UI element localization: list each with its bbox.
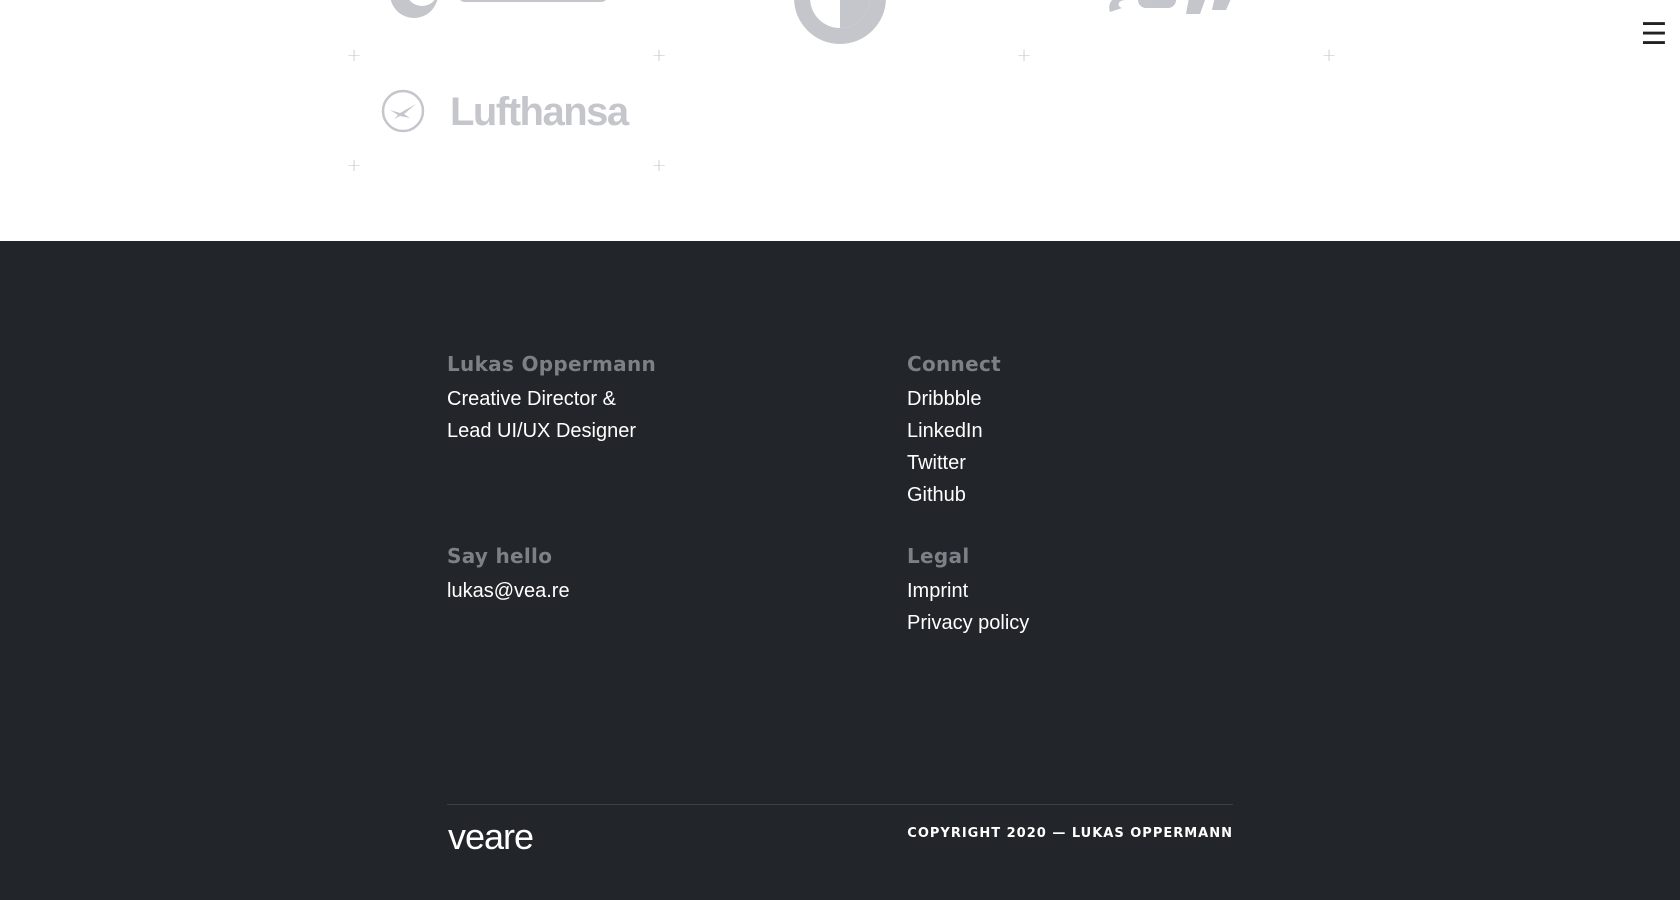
footer-connect-column: Connect Dribbble LinkedIn Twitter Github — [907, 351, 1001, 511]
partial-logo-3 — [1104, 0, 1254, 18]
privacy-policy-link[interactable]: Privacy policy — [907, 607, 1029, 639]
veare-logo[interactable]: veare — [448, 817, 534, 857]
footer-about-column: Lukas Oppermann Creative Director & Lead… — [447, 351, 656, 447]
imprint-link[interactable]: Imprint — [907, 575, 1029, 607]
footer-legal-column: Legal Imprint Privacy policy — [907, 543, 1029, 639]
footer-legal-heading: Legal — [907, 544, 970, 568]
site-footer: Lukas Oppermann Creative Director & Lead… — [0, 241, 1680, 900]
footer-about-line: Creative Director & — [447, 388, 616, 410]
plus-marker: + — [1016, 45, 1032, 66]
hamburger-icon[interactable]: ☰ — [1639, 20, 1669, 50]
plus-marker: + — [651, 155, 667, 176]
footer-about-heading: Lukas Oppermann — [447, 352, 657, 376]
partial-logo-2 — [794, 0, 886, 44]
copyright-text: COPYRIGHT 2020 — LUKAS OPPERMANN — [907, 826, 1233, 841]
footer-divider — [447, 804, 1233, 805]
twitter-link[interactable]: Twitter — [907, 447, 1001, 479]
client-logos-section: + + + + + + Lufthansa ☰ — [0, 0, 1680, 241]
github-link[interactable]: Github — [907, 479, 1001, 511]
footer-connect-heading: Connect — [907, 352, 1001, 376]
plus-marker: + — [651, 45, 667, 66]
lufthansa-logo-text: Lufthansa — [450, 90, 629, 134]
footer-about-line: Lead UI/UX Designer — [447, 420, 636, 442]
partial-logo-1 — [386, 0, 626, 22]
email-link[interactable]: lukas@vea.re — [447, 575, 570, 607]
plus-marker: + — [346, 45, 362, 66]
lufthansa-crane-icon — [380, 88, 426, 134]
dribbble-link[interactable]: Dribbble — [907, 383, 1001, 415]
linkedin-link[interactable]: LinkedIn — [907, 415, 1001, 447]
footer-say-hello-heading: Say hello — [447, 544, 553, 568]
plus-marker: + — [346, 155, 362, 176]
footer-say-hello-column: Say hello lukas@vea.re — [447, 543, 570, 607]
plus-marker: + — [1321, 45, 1337, 66]
